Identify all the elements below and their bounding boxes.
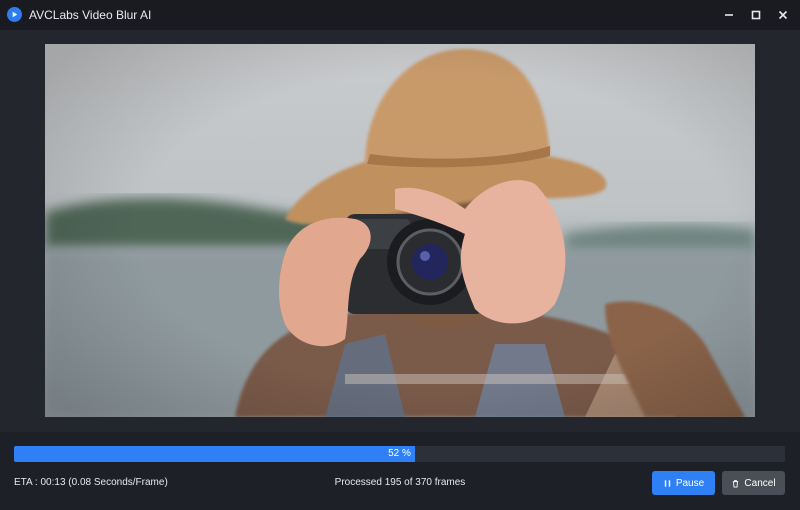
video-preview [45, 44, 755, 417]
app-title: AVCLabs Video Blur AI [29, 8, 152, 22]
title-bar[interactable]: AVCLabs Video Blur AI [0, 0, 800, 30]
pause-icon [663, 479, 672, 488]
bottom-panel: 52 % ETA : 00:13 (0.08 Seconds/Frame) Pr… [0, 432, 800, 510]
cancel-label: Cancel [744, 477, 776, 489]
app-window: AVCLabs Video Blur AI 52 % ETA: 00:13 (… [0, 0, 800, 510]
pause-button[interactable]: Pause [652, 471, 715, 495]
progress-label: 52 % [388, 448, 411, 459]
trash-icon [731, 479, 740, 488]
pause-label: Pause [675, 477, 705, 489]
cancel-button[interactable]: Cancel [722, 471, 785, 495]
progress-bar: 52 % [14, 446, 785, 462]
eta-text: ETA : 00:13 (0.08 Seconds/Frame) [14, 477, 168, 488]
close-button[interactable] [769, 0, 797, 30]
processed-frames-text: Processed 195 of 370 frames [334, 477, 466, 488]
minimize-icon [725, 14, 733, 16]
preview-area [0, 30, 800, 432]
maximize-icon [751, 10, 761, 20]
close-icon [778, 10, 788, 20]
play-icon [7, 7, 22, 22]
minimize-button[interactable] [715, 0, 743, 30]
maximize-button[interactable] [742, 0, 770, 30]
